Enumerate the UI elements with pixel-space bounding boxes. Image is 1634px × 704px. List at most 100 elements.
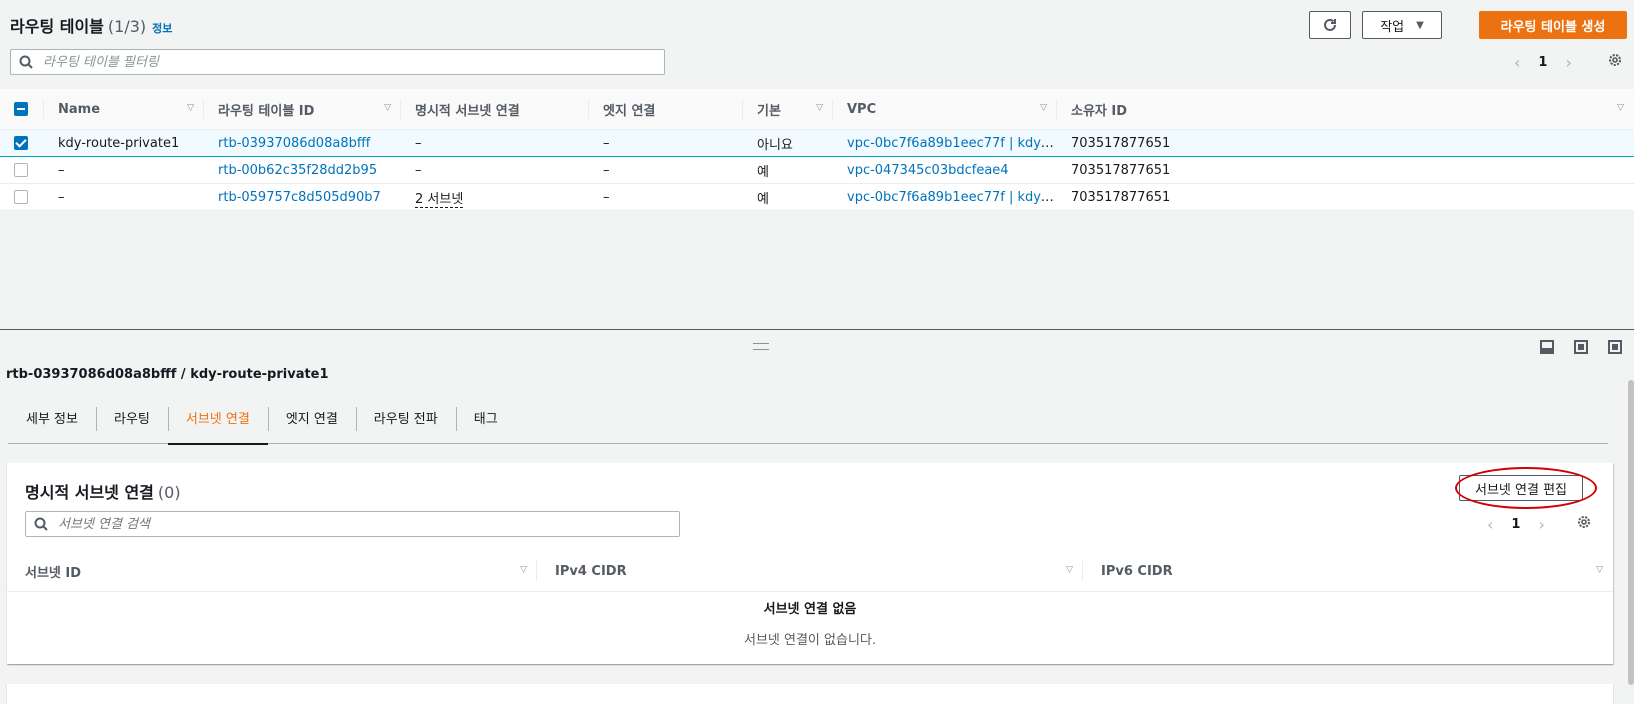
row-main: 아니요 — [743, 129, 833, 157]
vpc-link[interactable]: vpc-047345c03bdcfeae4 — [847, 163, 1009, 178]
sort-icon: ▽ — [1040, 103, 1047, 113]
subnet-search[interactable] — [25, 511, 680, 537]
pagination: ‹ 1 › — [1514, 53, 1572, 72]
select-all-column[interactable] — [0, 89, 44, 130]
route-table-id-link[interactable]: rtb-059757c8d505d90b7 — [218, 190, 381, 205]
panel-layout-icon[interactable] — [1608, 340, 1622, 354]
route-table-id-link[interactable]: rtb-03937086d08a8bfff — [218, 136, 370, 151]
sort-icon: ▽ — [1066, 565, 1073, 575]
actions-dropdown[interactable]: 작업 ▼ — [1362, 11, 1442, 39]
next-card-edge — [7, 684, 1613, 704]
vpc-link[interactable]: vpc-0bc7f6a89b1eec77f | kdy-… — [847, 136, 1057, 151]
empty-title: 서브넷 연결 없음 — [763, 602, 857, 617]
sort-icon: ▽ — [816, 103, 823, 113]
column-header[interactable]: 기본 ▽ — [743, 89, 833, 130]
column-header[interactable]: VPC ▽ — [833, 89, 1057, 130]
actions-label: 작업 — [1380, 19, 1405, 35]
row-name: – — [44, 156, 204, 184]
detail-tabs: 세부 정보 라우팅 서브넷 연결 엣지 연결 라우팅 전파 태그 — [8, 397, 1608, 445]
row-owner: 703517877651 — [1057, 156, 1634, 184]
row-checkbox[interactable] — [14, 190, 28, 204]
row-owner: 703517877651 — [1057, 183, 1634, 211]
subnet-table: 서브넷 ID ▽ IPv4 CIDR ▽ IPv6 CIDR ▽ — [7, 551, 1613, 592]
row-checkbox[interactable] — [14, 163, 28, 177]
page-number[interactable]: 1 — [1538, 55, 1547, 70]
route-table-filter-input[interactable] — [41, 53, 664, 71]
card-page-number[interactable]: 1 — [1511, 517, 1520, 532]
column-header[interactable]: 소유자 ID ▽ — [1057, 89, 1634, 130]
panel-layout-icon[interactable] — [1574, 340, 1588, 354]
subnet-search-input[interactable] — [56, 515, 679, 533]
column-header[interactable]: IPv4 CIDR ▽ — [537, 551, 1083, 592]
gear-icon[interactable] — [1607, 52, 1623, 72]
search-icon — [11, 55, 41, 69]
card-title-text: 명시적 서브넷 연결 — [25, 483, 154, 502]
page-title-text: 라우팅 테이블 — [10, 17, 104, 36]
row-edge: – — [589, 129, 743, 157]
card-count: (0) — [157, 483, 181, 502]
tab-details[interactable]: 세부 정보 — [8, 399, 96, 435]
edit-subnet-associations-button[interactable]: 서브넷 연결 편집 — [1459, 475, 1583, 501]
table-row[interactable]: kdy-route-private1 rtb-03937086d08a8bfff… — [0, 129, 1634, 157]
page-title: 라우팅 테이블 (1/3) 정보 — [10, 13, 172, 37]
tab-subnet-associations[interactable]: 서브넷 연결 — [167, 399, 268, 445]
table-row[interactable]: – rtb-00b62c35f28dd2b95 – – 예 vpc-047345… — [0, 156, 1634, 184]
refresh-icon — [1324, 18, 1336, 31]
sort-icon: ▽ — [1596, 565, 1603, 575]
chevron-right-icon[interactable]: › — [1565, 53, 1571, 72]
row-main: 예 — [743, 183, 833, 211]
sort-icon: ▽ — [187, 103, 194, 113]
chevron-right-icon[interactable]: › — [1538, 515, 1544, 534]
refresh-button[interactable] — [1309, 11, 1351, 39]
column-header[interactable]: Name ▽ — [44, 89, 204, 130]
sort-icon: ▽ — [384, 103, 391, 113]
gear-icon[interactable] — [1576, 514, 1592, 534]
detail-title: rtb-03937086d08a8bfff / kdy-route-privat… — [6, 367, 329, 382]
panel-splitter[interactable] — [0, 329, 1634, 330]
row-edge: – — [589, 156, 743, 184]
scrollbar-thumb[interactable] — [1628, 380, 1634, 685]
tab-tags[interactable]: 태그 — [455, 399, 516, 435]
chevron-left-icon[interactable]: ‹ — [1514, 53, 1520, 72]
column-header[interactable]: 라우팅 테이블 ID ▽ — [204, 89, 401, 130]
caret-down-icon: ▼ — [1416, 19, 1424, 31]
search-icon — [26, 517, 56, 531]
row-subnet: – — [401, 129, 589, 157]
row-subnet[interactable]: 2 서브넷 — [415, 191, 464, 208]
row-checkbox[interactable] — [14, 136, 28, 150]
row-name: kdy-route-private1 — [44, 129, 204, 157]
vpc-link[interactable]: vpc-0bc7f6a89b1eec77f | kdy-… — [847, 190, 1057, 205]
card-pagination: ‹ 1 › — [1487, 515, 1545, 534]
selection-count: (1/3) — [107, 17, 147, 36]
empty-state: 서브넷 연결 없음 서브넷 연결이 없습니다. — [7, 598, 1613, 648]
table-header-row: 서브넷 ID ▽ IPv4 CIDR ▽ IPv6 CIDR ▽ — [7, 551, 1613, 592]
column-header[interactable]: 서브넷 ID ▽ — [7, 551, 537, 592]
sort-icon: ▽ — [520, 565, 527, 575]
sort-icon: ▽ — [1617, 103, 1624, 113]
row-name: – — [44, 183, 204, 211]
table-header-row: Name ▽ 라우팅 테이블 ID ▽ 명시적 서브넷 연결 엣지 연결 기본 ▽ V… — [0, 89, 1634, 130]
column-header[interactable]: IPv6 CIDR ▽ — [1083, 551, 1613, 592]
route-table-filter[interactable] — [10, 49, 665, 75]
drag-handle-icon[interactable] — [753, 343, 769, 350]
card-title: 명시적 서브넷 연결 (0) — [25, 479, 181, 503]
route-table-list-panel: 라우팅 테이블(1/3) 정보 작업 ▼ 라우팅 테이블 생성 ‹ 1 › Nam… — [0, 0, 1634, 329]
create-route-table-button[interactable]: 라우팅 테이블 생성 — [1479, 11, 1627, 39]
empty-description: 서브넷 연결이 없습니다. — [744, 633, 876, 648]
select-all-checkbox[interactable] — [14, 102, 28, 116]
panel-layout-icon[interactable] — [1540, 340, 1554, 354]
row-main: 예 — [743, 156, 833, 184]
row-owner: 703517877651 — [1057, 129, 1634, 157]
column-header[interactable]: 명시적 서브넷 연결 — [401, 89, 589, 130]
route-table-id-link[interactable]: rtb-00b62c35f28dd2b95 — [218, 163, 377, 178]
tab-routes[interactable]: 라우팅 — [95, 399, 168, 435]
route-table-grid: Name ▽ 라우팅 테이블 ID ▽ 명시적 서브넷 연결 엣지 연결 기본 ▽ V… — [0, 89, 1634, 211]
tab-edge-associations[interactable]: 엣지 연결 — [267, 399, 356, 435]
tab-route-propagation[interactable]: 라우팅 전파 — [355, 399, 456, 435]
subnet-associations-card: 명시적 서브넷 연결(0) 서브넷 연결 편집 ‹ 1 › 서브넷 ID▽ IP… — [7, 463, 1613, 664]
row-edge: – — [589, 183, 743, 211]
chevron-left-icon[interactable]: ‹ — [1487, 515, 1493, 534]
column-header[interactable]: 엣지 연결 — [589, 89, 743, 130]
table-row[interactable]: – rtb-059757c8d505d90b7 2 서브넷 – 예 vpc-0b… — [0, 183, 1634, 211]
info-link[interactable]: 정보 — [152, 22, 172, 35]
